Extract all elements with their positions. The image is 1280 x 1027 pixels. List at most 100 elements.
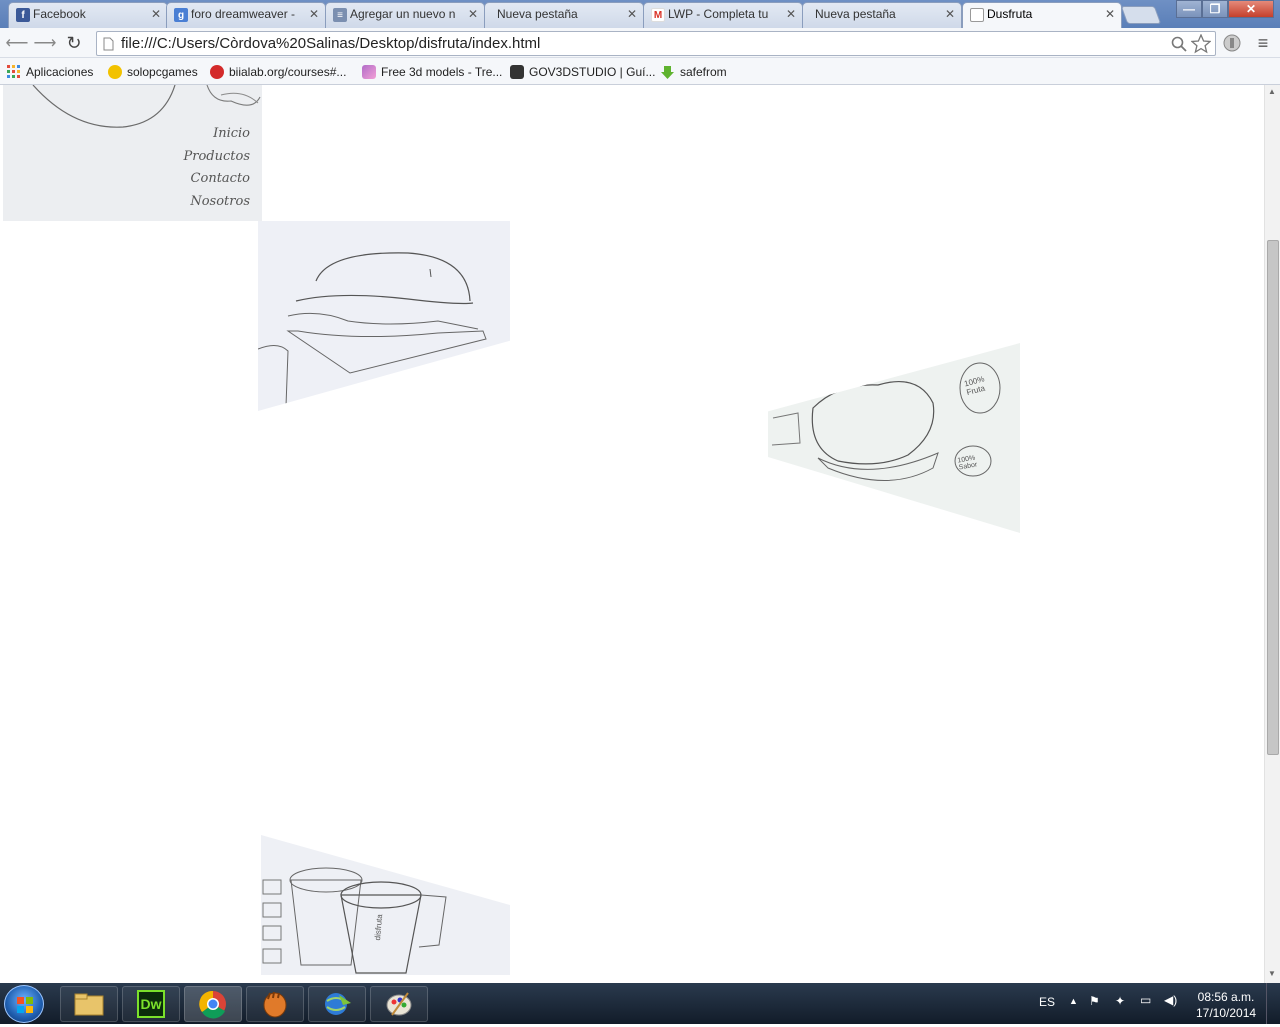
extension-icon[interactable] [1221, 32, 1243, 54]
tab-strip: f Facebook ✕ g foro dreamweaver - ✕ ≡ Ag… [0, 0, 1280, 29]
flag-icon [362, 65, 376, 79]
close-icon[interactable]: ✕ [945, 7, 955, 21]
new-tab-button[interactable] [1120, 6, 1162, 24]
language-indicator[interactable]: ES [1039, 995, 1055, 1009]
facebook-icon: f [16, 8, 30, 22]
tab-agregar[interactable]: ≡ Agregar un nuevo n ✕ [325, 2, 485, 28]
icecream-sketch-image: 100% Fruta 100% Sabor [768, 343, 1020, 533]
vertical-scrollbar[interactable]: ▲ ▼ [1264, 85, 1280, 983]
clock[interactable]: 08:56 a.m. 17/10/2014 [1196, 989, 1256, 1021]
clock-date: 17/10/2014 [1196, 1006, 1257, 1020]
sandwich-sketch-image [258, 221, 510, 411]
menu-productos[interactable]: Productos [184, 146, 251, 169]
palette-icon [386, 992, 412, 1016]
tab-label: Dusfruta [987, 7, 1033, 21]
taskbar-dreamweaver[interactable]: Dw [122, 986, 180, 1022]
taskbar-explorer[interactable] [60, 986, 118, 1022]
close-icon[interactable]: ✕ [309, 7, 319, 21]
scrollbar-thumb[interactable] [1267, 240, 1279, 755]
biialab-icon [210, 65, 224, 79]
clock-time: 08:56 a.m. [1197, 990, 1255, 1004]
apps-grid-icon [7, 65, 20, 78]
show-desktop-button[interactable] [1266, 983, 1280, 1024]
document-icon [103, 37, 114, 51]
tab-label: LWP - Completa tu [668, 7, 769, 21]
menu-contacto[interactable]: Contacto [184, 168, 250, 191]
glove-icon [263, 991, 287, 1018]
windows-logo-icon [17, 997, 33, 1013]
action-center-flag-icon[interactable]: ⚑ [1089, 994, 1100, 1008]
close-icon[interactable]: ✕ [468, 7, 478, 21]
reload-icon[interactable]: ↻ [63, 32, 85, 54]
page-viewport: Inicio Productos Contacto Nosotros 100% … [0, 85, 1264, 983]
header-sketch-image: Inicio Productos Contacto Nosotros [3, 85, 262, 221]
close-icon[interactable]: ✕ [786, 7, 796, 21]
folder-icon [74, 993, 104, 1016]
bookmark-solopcgames[interactable]: solopcgames [108, 63, 198, 81]
menu-nosotros[interactable]: Nosotros [184, 191, 250, 214]
tab-nueva-pestana[interactable]: Nueva pestaña ✕ [484, 2, 644, 28]
network-icon[interactable]: ▭ [1140, 993, 1151, 1007]
start-button[interactable] [4, 985, 44, 1023]
tab-label: Nueva pestaña [815, 7, 896, 21]
chrome-icon [199, 990, 226, 1019]
dreamweaver-icon: Dw [137, 990, 165, 1018]
search-icon[interactable] [1171, 36, 1187, 52]
browser-toolbar: ⟵ ⟶ ↻ file:///C:/Users/Còrdova%20Salinas… [0, 28, 1280, 58]
menu-inicio[interactable]: Inicio [184, 123, 250, 146]
tab-gmail[interactable]: M LWP - Completa tu ✕ [643, 2, 803, 28]
tab-dusfruta[interactable]: Dusfruta ✕ [962, 2, 1122, 29]
document-icon [970, 8, 984, 22]
address-bar[interactable]: file:///C:/Users/Còrdova%20Salinas/Deskt… [96, 31, 1216, 56]
maximize-button[interactable]: ❐ [1202, 0, 1228, 18]
taskbar-game[interactable] [246, 986, 304, 1022]
icecream-drawing [771, 362, 1001, 481]
volume-icon[interactable]: ◀) [1164, 993, 1177, 1007]
dropbox-icon[interactable]: ✦ [1115, 994, 1125, 1008]
close-icon[interactable]: ✕ [1105, 7, 1115, 21]
download-arrow-icon [661, 65, 674, 79]
bookmark-safefrom[interactable]: safefrom [660, 63, 727, 81]
bookmark-aplicaciones[interactable]: Aplicaciones [7, 63, 93, 81]
url-text: file:///C:/Users/Còrdova%20Salinas/Deskt… [121, 35, 541, 52]
mask-icon [510, 65, 524, 79]
bookmark-biialab[interactable]: biialab.org/courses#... [210, 63, 346, 81]
bookmark-label: safefrom [680, 65, 727, 79]
bookmark-label: Aplicaciones [26, 65, 94, 79]
sandwich-drawing [258, 252, 487, 407]
cups-sketch-image: disfruta [261, 835, 510, 975]
bookmark-gov3dstudio[interactable]: GOV3DSTUDIO | Guí... [510, 63, 655, 81]
star-icon[interactable] [1191, 34, 1211, 54]
globe-arrow-icon [325, 993, 351, 1015]
bookmark-label: GOV3DSTUDIO | Guí... [529, 65, 656, 79]
close-icon[interactable]: ✕ [151, 7, 161, 21]
bookmark-label: biialab.org/courses#... [229, 65, 347, 79]
close-window-button[interactable]: ✕ [1228, 0, 1274, 18]
back-arrow-icon[interactable]: ⟵ [6, 32, 29, 54]
tab-nueva-pestana-2[interactable]: Nueva pestaña ✕ [802, 2, 962, 28]
bookmark-label: solopcgames [127, 65, 198, 79]
close-icon[interactable]: ✕ [627, 7, 637, 21]
taskbar-chrome[interactable] [184, 986, 242, 1022]
tab-facebook[interactable]: f Facebook ✕ [8, 2, 168, 28]
bookmark-label: Free 3d models - Tre... [381, 65, 503, 79]
tab-label: Nueva pestaña [497, 7, 578, 21]
cups-drawing [262, 867, 447, 974]
taskbar-download-manager[interactable] [308, 986, 366, 1022]
bookmark-free-3d-models[interactable]: Free 3d models - Tre... [362, 63, 502, 81]
scroll-down-icon[interactable]: ▼ [1268, 969, 1276, 978]
show-hidden-icons[interactable]: ▲ [1069, 996, 1078, 1006]
pacman-icon [108, 65, 122, 79]
gmail-icon: M [651, 8, 665, 22]
tab-foro-dreamweaver[interactable]: g foro dreamweaver - ✕ [166, 2, 326, 28]
menu-icon[interactable]: ≡ [1252, 32, 1274, 54]
minimize-button[interactable]: — [1176, 0, 1202, 18]
tab-label: foro dreamweaver - [191, 7, 296, 21]
forward-arrow-icon[interactable]: ⟶ [34, 32, 57, 54]
tab-label: Facebook [33, 7, 86, 21]
scroll-up-icon[interactable]: ▲ [1268, 87, 1276, 96]
windows-taskbar: Dw ES ▲ ⚑ ✦ ▭ ◀) 08:56 a.m. 17/10/2014 [0, 983, 1280, 1024]
tab-label: Agregar un nuevo n [350, 7, 456, 21]
page-icon: ≡ [333, 8, 347, 22]
taskbar-paint[interactable] [370, 986, 428, 1022]
